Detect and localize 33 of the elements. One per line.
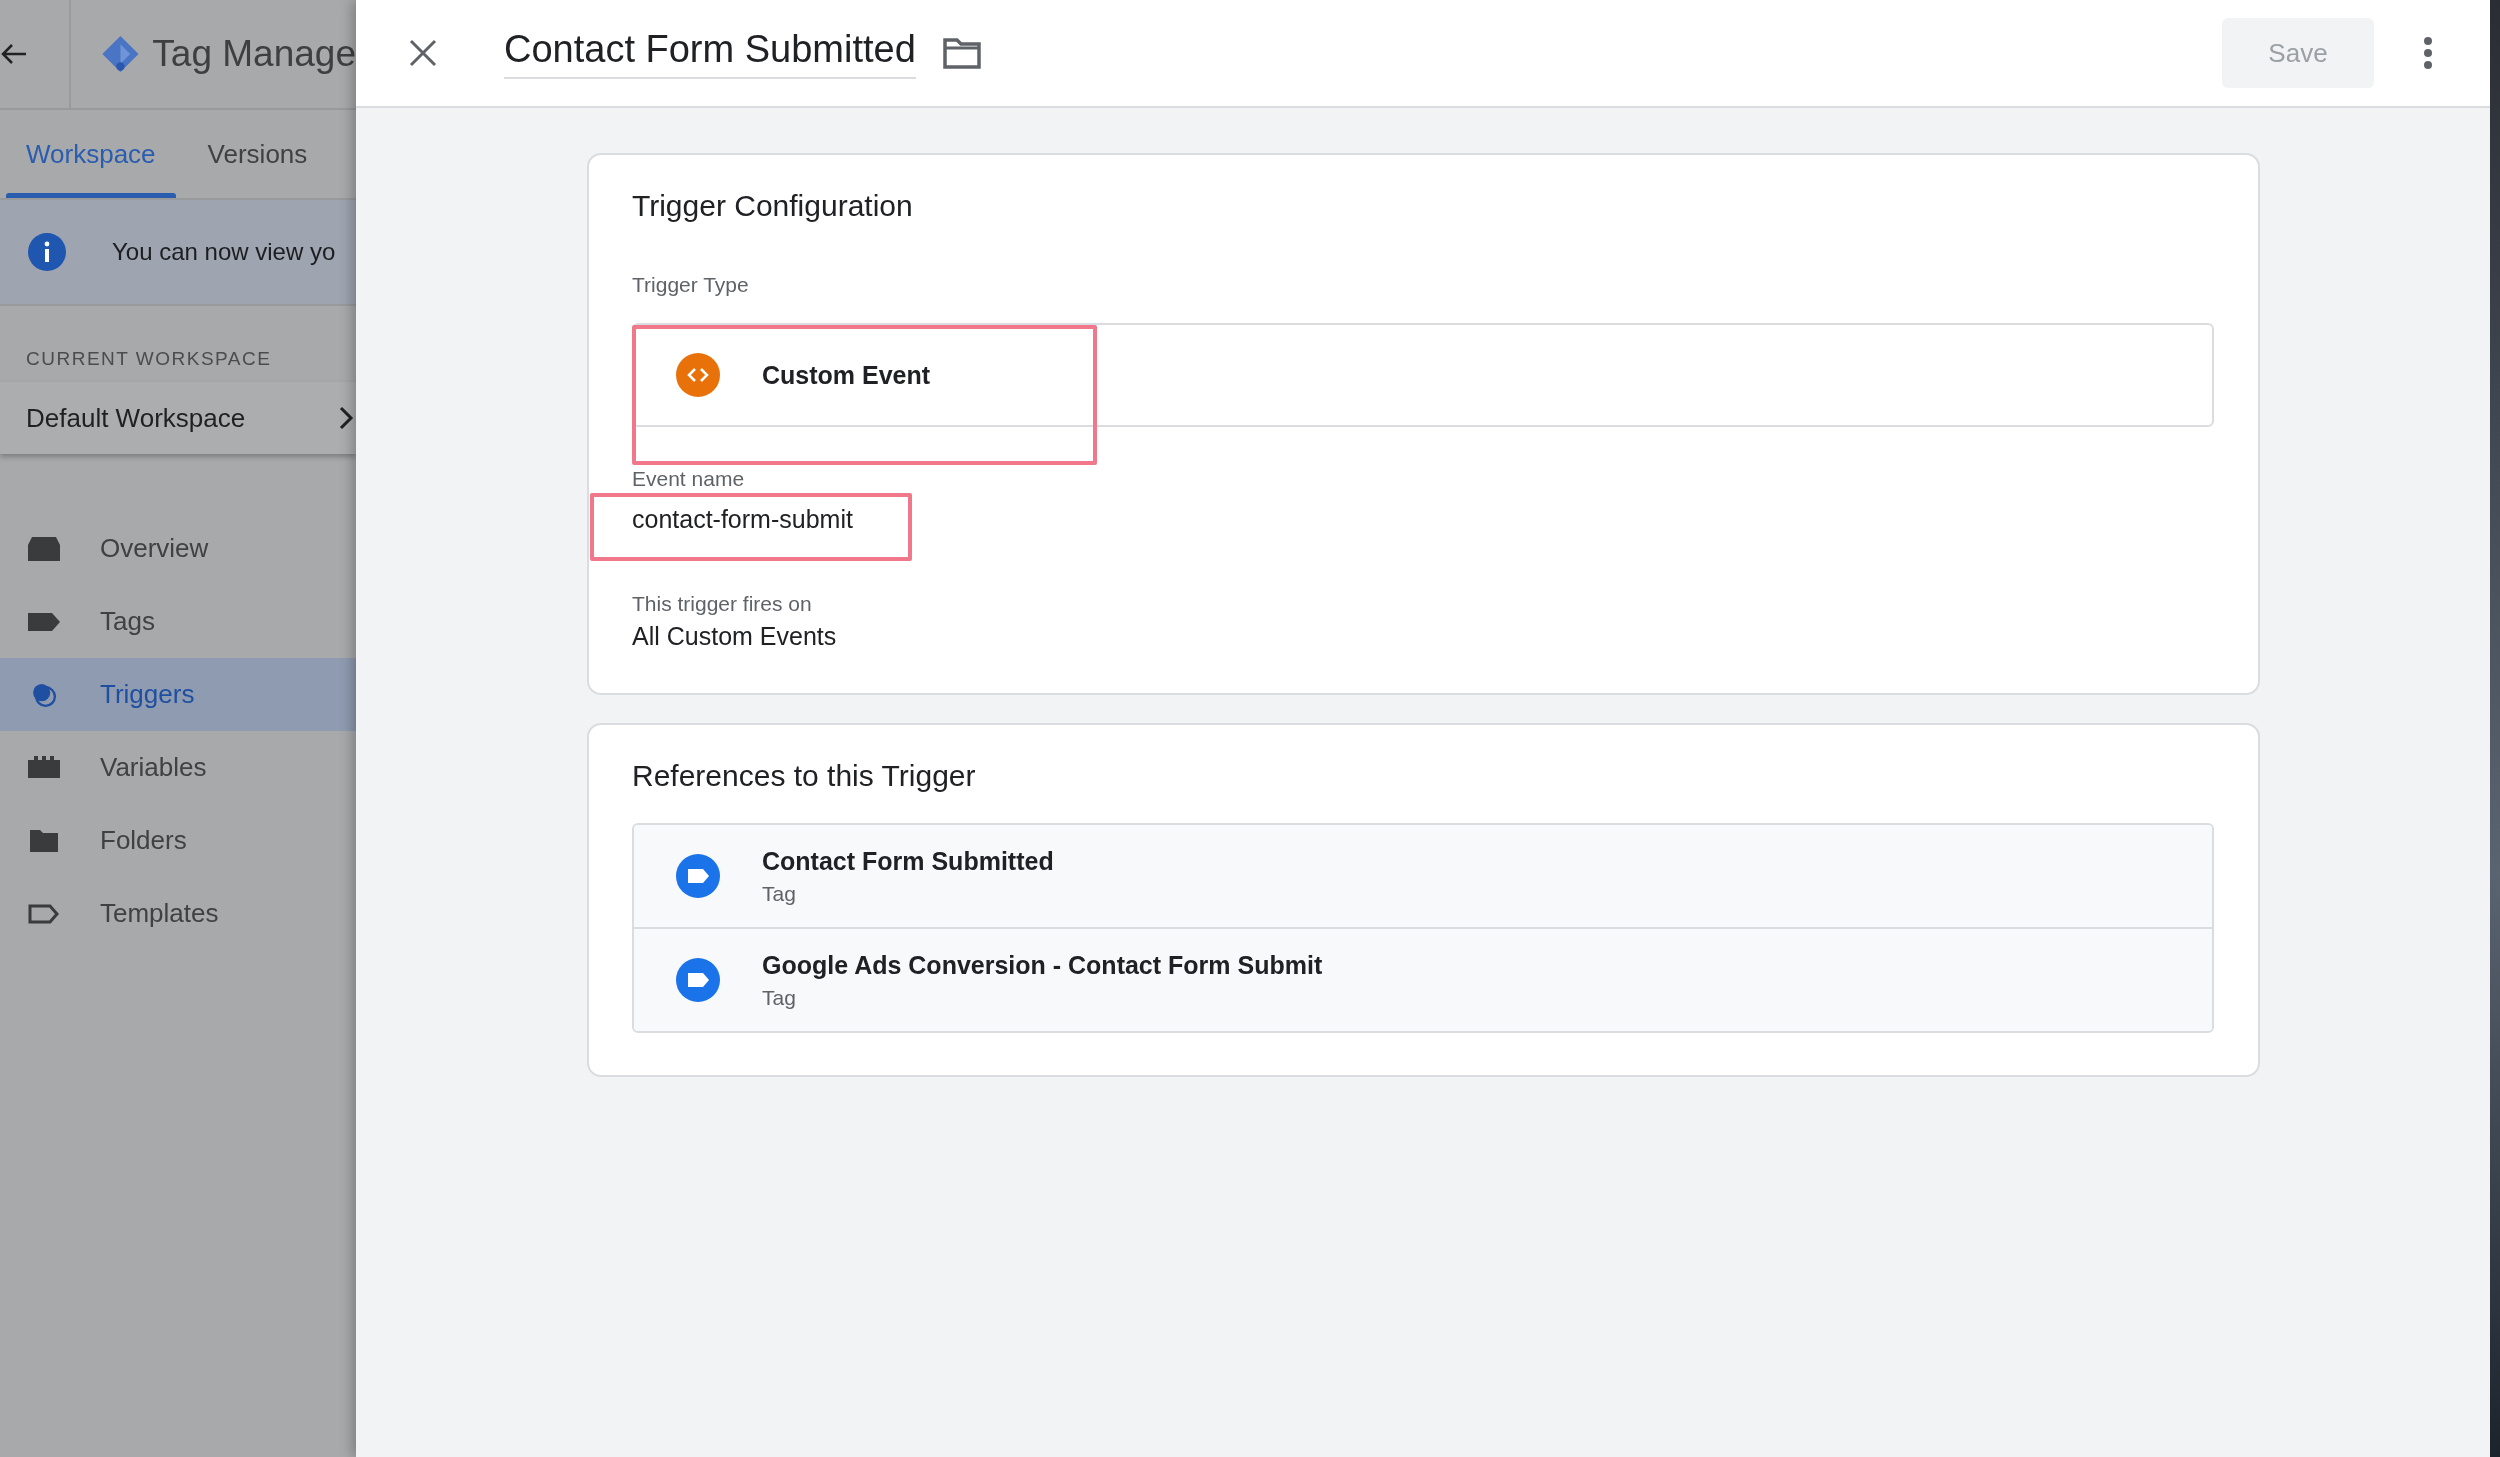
reference-item[interactable]: Google Ads Conversion - Contact Form Submit Tag bbox=[634, 927, 2212, 1031]
product-title: Tag Manage bbox=[152, 33, 356, 75]
workspace-tab[interactable]: Workspace bbox=[0, 110, 182, 198]
nav-item[interactable]: Folders bbox=[0, 804, 356, 877]
field-label: Event name bbox=[632, 467, 745, 491]
card-heading: References to this Trigger bbox=[632, 759, 977, 793]
chevron-right-icon bbox=[338, 405, 354, 431]
close-icon[interactable] bbox=[408, 38, 438, 68]
trigger-name-field[interactable]: Contact Form Submitted bbox=[504, 27, 916, 79]
field-label: This trigger fires on bbox=[632, 592, 812, 616]
back-arrow-icon[interactable] bbox=[0, 42, 26, 66]
code-brackets-icon bbox=[676, 353, 720, 397]
info-icon bbox=[28, 233, 66, 271]
workspace-selector[interactable]: Default Workspace bbox=[0, 382, 356, 454]
nav-item[interactable]: Overview bbox=[0, 512, 356, 585]
nav-item[interactable]: Triggers bbox=[0, 658, 356, 731]
reference-item[interactable]: Contact Form Submitted Tag bbox=[634, 825, 2212, 927]
trigger-type-selector[interactable]: Custom Event bbox=[632, 323, 2214, 427]
section-label: CURRENT WORKSPACE bbox=[26, 348, 273, 370]
nav-item[interactable]: Variables bbox=[0, 731, 356, 804]
nav-item[interactable]: Tags bbox=[0, 585, 356, 658]
more-options-icon[interactable] bbox=[2422, 36, 2434, 70]
event-name-field[interactable]: contact-form-submit bbox=[632, 505, 853, 534]
tag-icon bbox=[676, 958, 720, 1002]
workspace-tab[interactable]: Versions bbox=[181, 110, 334, 198]
banner-text: You can now view yo bbox=[112, 238, 336, 266]
folder-icon[interactable] bbox=[941, 36, 982, 70]
field-value: All Custom Events bbox=[632, 622, 838, 651]
nav-item[interactable]: Templates bbox=[0, 877, 356, 950]
inbox-icon bbox=[26, 534, 62, 563]
tag-icon bbox=[676, 854, 720, 898]
field-label: Trigger Type bbox=[632, 273, 749, 297]
card-heading: Trigger Configuration bbox=[632, 189, 914, 223]
